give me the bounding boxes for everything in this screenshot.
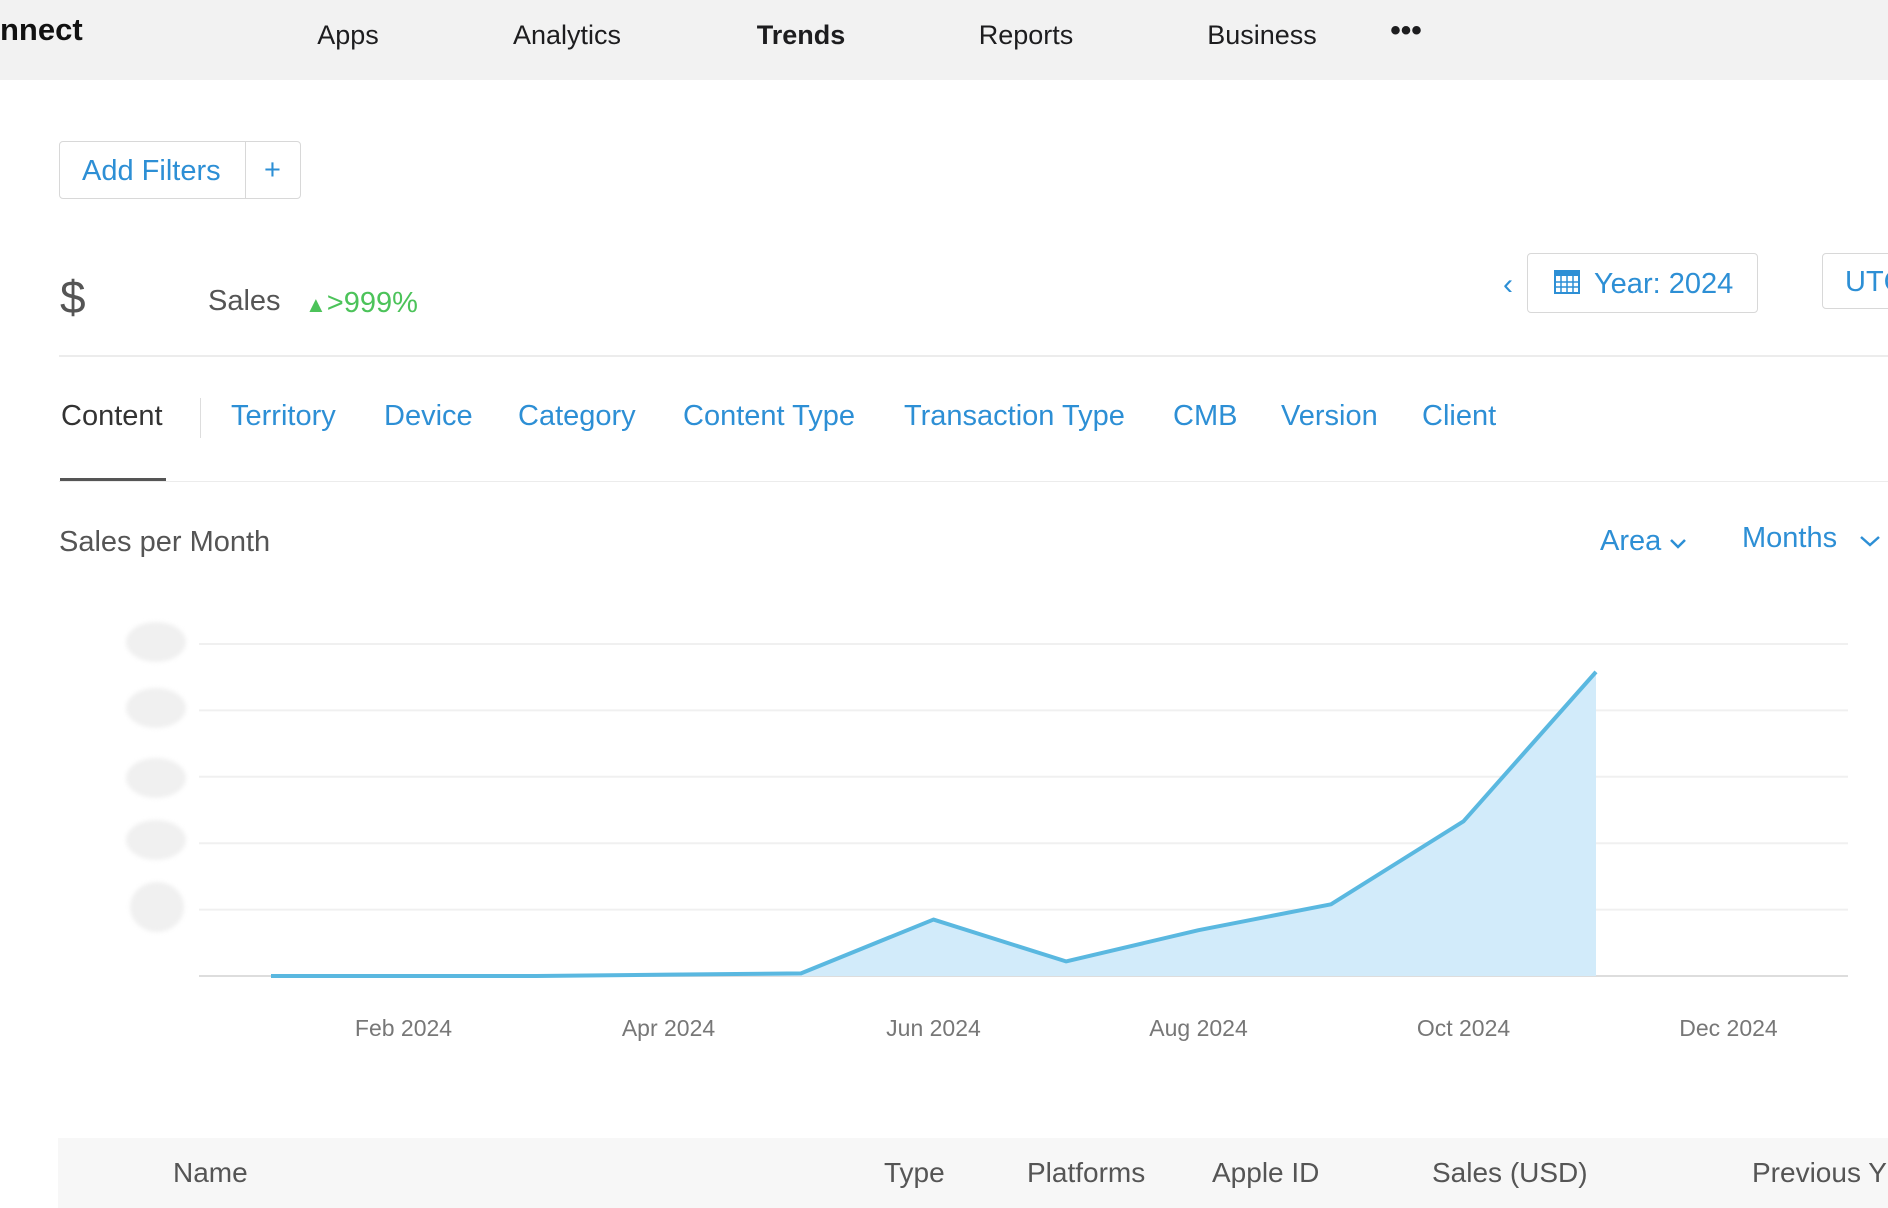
change-badge: ▲>999% (305, 287, 418, 320)
top-nav: nnect Apps Analytics Trends Reports Busi… (0, 0, 1888, 80)
divider (59, 355, 1888, 357)
interval-value: Months (1742, 522, 1838, 554)
tab-cmb[interactable]: CMB (1173, 400, 1237, 433)
column-name[interactable]: Name (173, 1157, 248, 1189)
tab-content[interactable]: Content (61, 400, 163, 433)
column-apple-id[interactable]: Apple ID (1212, 1157, 1319, 1189)
chevron-down-icon (1860, 536, 1881, 547)
chart-type-value: Area (1600, 525, 1662, 557)
timezone-label: UTC (1845, 266, 1888, 298)
chart-type-select[interactable]: Area (1600, 525, 1687, 558)
column-previous-year[interactable]: Previous Y (1752, 1157, 1887, 1189)
brand-title: nnect (0, 12, 83, 47)
nav-business[interactable]: Business (1207, 20, 1317, 51)
add-filters-label: Add Filters (82, 155, 221, 187)
currency-icon: $ (60, 271, 86, 323)
timezone-button[interactable]: UTC (1822, 253, 1888, 309)
period-selector-button[interactable]: Year: 2024 (1527, 253, 1758, 313)
triangle-up-icon: ▲ (305, 292, 327, 317)
change-value: >999% (326, 287, 418, 319)
tab-category[interactable]: Category (518, 400, 636, 433)
chart-title: Sales per Month (59, 526, 271, 558)
add-filter-plus-button[interactable]: + (245, 141, 301, 199)
table-header (58, 1138, 1888, 1208)
interval-select[interactable]: Months (1742, 522, 1881, 555)
nav-apps[interactable]: Apps (317, 20, 379, 51)
tab-content-type[interactable]: Content Type (683, 400, 855, 433)
column-type[interactable]: Type (884, 1157, 945, 1189)
period-label: Year: 2024 (1594, 268, 1734, 300)
tab-version[interactable]: Version (1281, 400, 1378, 433)
chevron-down-icon (1670, 539, 1687, 549)
x-tick-label: Aug 2024 (1149, 1015, 1248, 1041)
nav-analytics[interactable]: Analytics (513, 20, 621, 51)
metric-label: Sales (208, 285, 281, 317)
x-tick-label: Oct 2024 (1417, 1015, 1511, 1041)
nav-trends[interactable]: Trends (757, 20, 846, 51)
previous-period-chevron-icon[interactable]: ‹ (1503, 268, 1513, 302)
sales-area-chart: Feb 2024 Apr 2024 Jun 2024 Aug 2024 Oct 2024… (199, 643, 1848, 1041)
x-tick-label: Jun 2024 (886, 1015, 981, 1041)
calendar-icon (1554, 270, 1580, 294)
area-fill (271, 671, 1596, 976)
tab-transaction-type[interactable]: Transaction Type (904, 400, 1125, 433)
nav-reports[interactable]: Reports (979, 20, 1074, 51)
column-platforms[interactable]: Platforms (1027, 1157, 1145, 1189)
tab-separator (200, 398, 201, 438)
tab-territory[interactable]: Territory (231, 400, 336, 433)
add-filters-button[interactable]: Add Filters (59, 141, 246, 199)
column-sales-usd[interactable]: Sales (USD) (1432, 1157, 1588, 1189)
ellipsis-icon[interactable]: ••• (1390, 14, 1422, 48)
divider (59, 481, 1888, 482)
x-tick-label: Feb 2024 (355, 1015, 452, 1041)
x-tick-label: Apr 2024 (622, 1015, 716, 1041)
plus-icon: + (264, 154, 281, 186)
tab-client[interactable]: Client (1422, 400, 1496, 433)
x-tick-label: Dec 2024 (1679, 1015, 1778, 1041)
tab-device[interactable]: Device (384, 400, 473, 433)
